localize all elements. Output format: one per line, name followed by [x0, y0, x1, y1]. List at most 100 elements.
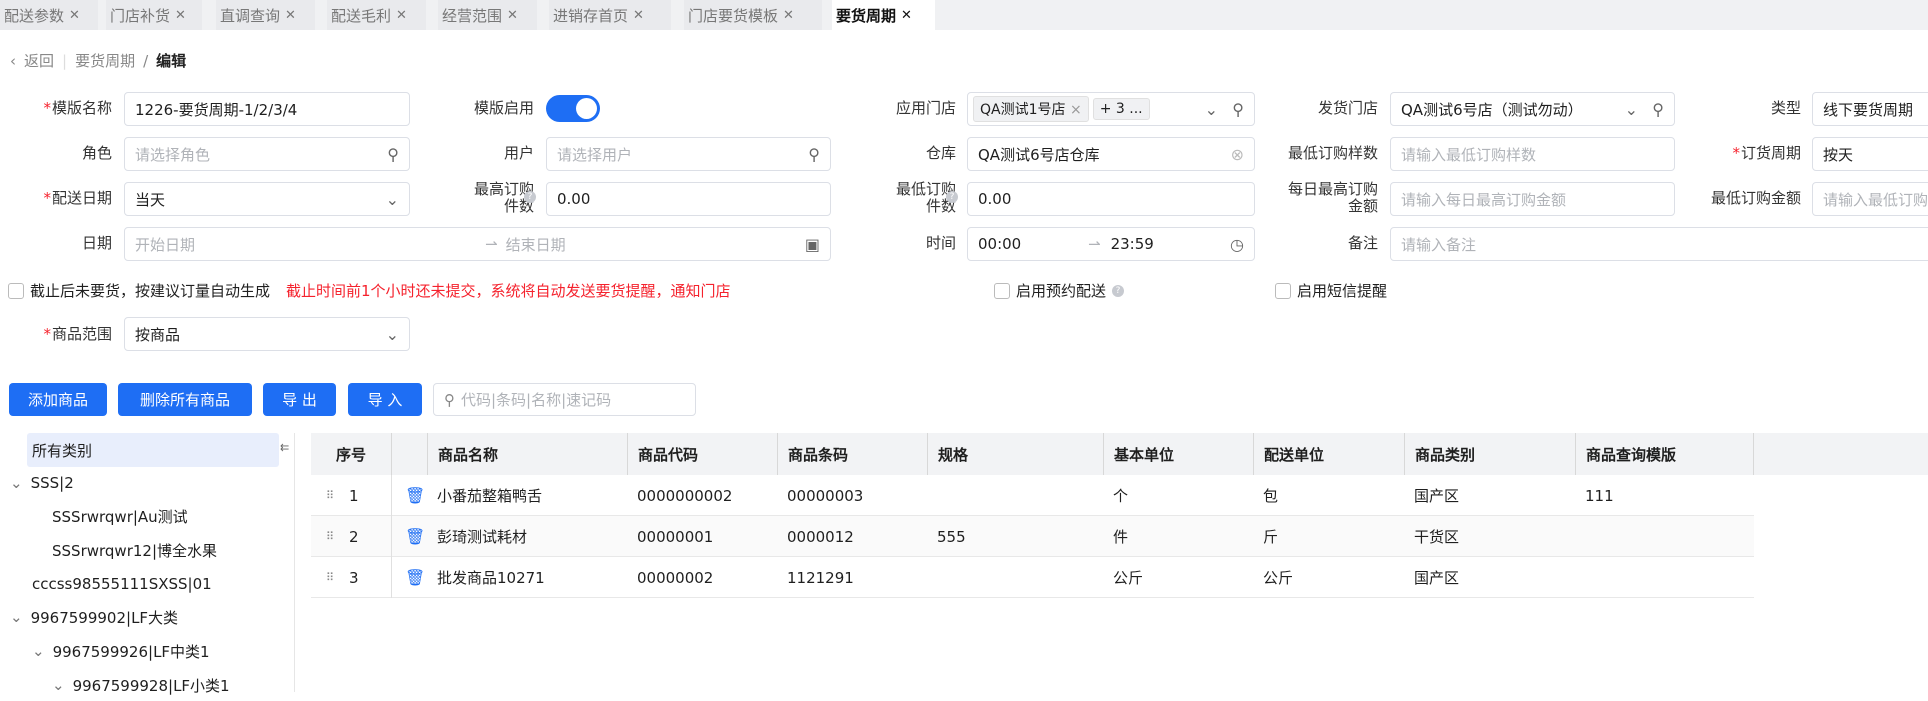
tab-inventory-home[interactable]: 进销存首页 ✕	[549, 0, 671, 30]
close-icon[interactable]: ✕	[901, 8, 912, 23]
chevron-down-icon: ⌄	[32, 642, 45, 660]
close-icon[interactable]: ✕	[69, 8, 80, 23]
table-cell: 00000003	[787, 486, 864, 505]
search-icon[interactable]: ⚲	[387, 145, 399, 164]
warehouse-select[interactable]: QA测试6号店仓库 ⊗	[967, 137, 1255, 171]
end-date[interactable]: 结束日期	[506, 234, 566, 255]
clock-icon[interactable]: ◷	[1230, 235, 1244, 254]
warehouse-label: 仓库	[925, 144, 956, 162]
table-row[interactable]: ⠿ 2 🗑︎ 彭琦测试耗材 00000001 0000012 555 件 斤 干货区	[311, 516, 1754, 557]
template-name-input[interactable]: 1226-要货周期-1/2/3/4	[124, 92, 410, 126]
delete-all-button[interactable]: 删除所有商品	[118, 383, 252, 416]
help-icon[interactable]: ?	[946, 191, 958, 203]
delivery-date-select[interactable]: 当天 ⌄	[124, 182, 410, 216]
row-index: 1	[349, 486, 359, 505]
tree-item[interactable]: ⌄ 9967599902|LF大类	[10, 601, 178, 633]
tab-transfer-query[interactable]: 直调查询 ✕	[216, 0, 315, 30]
trash-icon[interactable]: 🗑︎	[395, 516, 425, 557]
trash-icon[interactable]: 🗑︎	[395, 557, 425, 598]
close-icon[interactable]: ✕	[285, 8, 296, 23]
tab-delivery-margin[interactable]: 配送毛利 ✕	[327, 0, 426, 30]
close-icon[interactable]: ✕	[396, 8, 407, 23]
help-icon[interactable]: ?	[1112, 284, 1125, 297]
tree-item-all[interactable]: 所有类别	[32, 434, 92, 466]
close-icon[interactable]: ✕	[507, 8, 518, 23]
clear-icon[interactable]: ⊗	[1231, 145, 1244, 164]
tree-item[interactable]: SSSrwrqwr|Au测试	[52, 500, 188, 532]
export-button[interactable]: 导 出	[263, 383, 336, 416]
tree-item[interactable]: ⌄ 9967599928|LF小类1	[52, 669, 230, 701]
close-icon[interactable]: ✕	[783, 8, 794, 23]
search-icon[interactable]: ⚲	[808, 145, 820, 164]
auto-generate-checkbox[interactable]: 截止后未要货，按建议订量自动生成 截止时间前1个小时还未提交，系统将自动发送要货…	[8, 280, 731, 301]
chevron-down-icon[interactable]: ⌄	[1205, 100, 1218, 119]
help-icon[interactable]: ?	[524, 191, 536, 203]
start-date[interactable]: 开始日期	[135, 234, 455, 255]
apply-store-select[interactable]: QA测试1号店 × + 3 ... ⌄ ⚲	[967, 92, 1255, 126]
product-scope-select[interactable]: 按商品 ⌄	[124, 317, 410, 351]
min-order-qty-input[interactable]: 0.00	[967, 182, 1255, 216]
tab-store-replenish[interactable]: 门店补货 ✕	[106, 0, 202, 30]
back-link[interactable]: 返回	[24, 50, 54, 71]
remark-input[interactable]: 请输入备注	[1390, 227, 1928, 261]
table-cell: 彭琦测试耗材	[437, 528, 528, 546]
table-row[interactable]: ⠿ 3 🗑︎ 批发商品10271 00000002 1121291 公斤 公斤 国产区	[311, 557, 1754, 598]
order-cycle-label: *订货周期	[1732, 144, 1801, 162]
divider: |	[62, 51, 68, 70]
search-icon[interactable]: ⚲	[1652, 100, 1664, 119]
trash-icon[interactable]: 🗑︎	[395, 475, 425, 516]
header-spec: 规格	[927, 433, 1103, 475]
template-enabled-toggle[interactable]	[546, 95, 600, 122]
date-range-picker[interactable]: 开始日期 ⇀ 结束日期 ▣	[124, 227, 831, 261]
chevron-down-icon: ⌄	[385, 189, 399, 209]
chevron-left-icon[interactable]: ‹	[10, 52, 16, 70]
row-index: 2	[349, 527, 359, 546]
ship-store-select[interactable]: QA测试6号店（测试勿动） ⌄ ⚲	[1390, 92, 1675, 126]
product-search-input[interactable]: ⚲ 代码|条码|名称|速记码	[433, 383, 696, 416]
header-name: 商品名称	[427, 433, 627, 475]
close-icon[interactable]: ✕	[633, 8, 644, 23]
tree-item[interactable]: SSSrwrqwr12|博全水果	[52, 534, 217, 566]
daily-max-amount-input[interactable]: 请输入每日最高订购金额	[1390, 182, 1675, 216]
sms-reminder-checkbox[interactable]: 启用短信提醒	[1275, 280, 1387, 301]
role-input[interactable]: 请选择角色 ⚲	[124, 137, 410, 171]
tab-business-scope[interactable]: 经营范围 ✕	[438, 0, 537, 30]
min-order-amount-input[interactable]: 请输入最低订购金额	[1812, 182, 1928, 216]
user-input[interactable]: 请选择用户 ⚲	[546, 137, 831, 171]
start-time[interactable]: 00:00	[978, 235, 1088, 253]
max-order-qty-input[interactable]: 0.00	[546, 182, 831, 216]
tree-item[interactable]: ⌄ SSS|2	[10, 467, 74, 499]
tag-close-icon[interactable]: ×	[1070, 102, 1082, 118]
tab-store-order-template[interactable]: 门店要货模板 ✕	[684, 0, 822, 30]
drag-handle-icon[interactable]: ⠿	[316, 557, 334, 598]
order-cycle-select[interactable]: 按天	[1812, 137, 1928, 171]
collapse-handle-icon[interactable]: ⇇	[280, 441, 289, 454]
chevron-down-icon[interactable]: ⌄	[1625, 100, 1638, 119]
tab-delivery-params[interactable]: 配送参数 ✕	[0, 0, 98, 30]
import-button[interactable]: 导 入	[348, 383, 422, 416]
min-order-samples-input[interactable]: 请输入最低订购样数	[1390, 137, 1675, 171]
tab-bar: 配送参数 ✕ 门店补货 ✕ 直调查询 ✕ 配送毛利 ✕ 经营范围 ✕ 进销存首页 ✕ 门店要…	[0, 0, 1928, 30]
reserve-delivery-checkbox[interactable]: 启用预约配送?	[994, 280, 1125, 301]
breadcrumb-parent[interactable]: 要货周期	[75, 50, 135, 71]
end-time[interactable]: 23:59	[1111, 235, 1154, 253]
time-range-picker[interactable]: 00:00 ⇀ 23:59 ◷	[967, 227, 1255, 261]
tree-item[interactable]: ⌄ 9967599926|LF中类1	[32, 635, 210, 667]
table-cell: 批发商品10271	[437, 569, 545, 587]
table-row[interactable]: ⠿ 1 🗑︎ 小番茄整箱鸭舌 0000000002 00000003 个 包 国产区 111	[311, 475, 1754, 516]
type-select[interactable]: 线下要货周期	[1812, 92, 1928, 126]
tree-item[interactable]: cccss98555111SXSS|01	[32, 568, 212, 600]
tab-order-cycle[interactable]: 要货周期 ✕	[832, 0, 935, 30]
close-icon[interactable]: ✕	[175, 8, 186, 23]
checkbox[interactable]	[1275, 282, 1291, 299]
drag-handle-icon[interactable]: ⠿	[316, 516, 334, 557]
add-product-button[interactable]: 添加商品	[9, 383, 107, 416]
drag-handle-icon[interactable]: ⠿	[316, 475, 334, 516]
checkbox[interactable]	[994, 282, 1010, 299]
breadcrumb-separator: /	[143, 51, 149, 70]
calendar-icon[interactable]: ▣	[805, 235, 820, 254]
user-label: 用户	[503, 144, 534, 162]
checkbox[interactable]	[8, 282, 24, 299]
search-icon[interactable]: ⚲	[1232, 100, 1244, 119]
table-header: 序号 商品名称 商品代码 商品条码 规格 基本单位 配送单位 商品类别 商品查询…	[311, 433, 1928, 475]
